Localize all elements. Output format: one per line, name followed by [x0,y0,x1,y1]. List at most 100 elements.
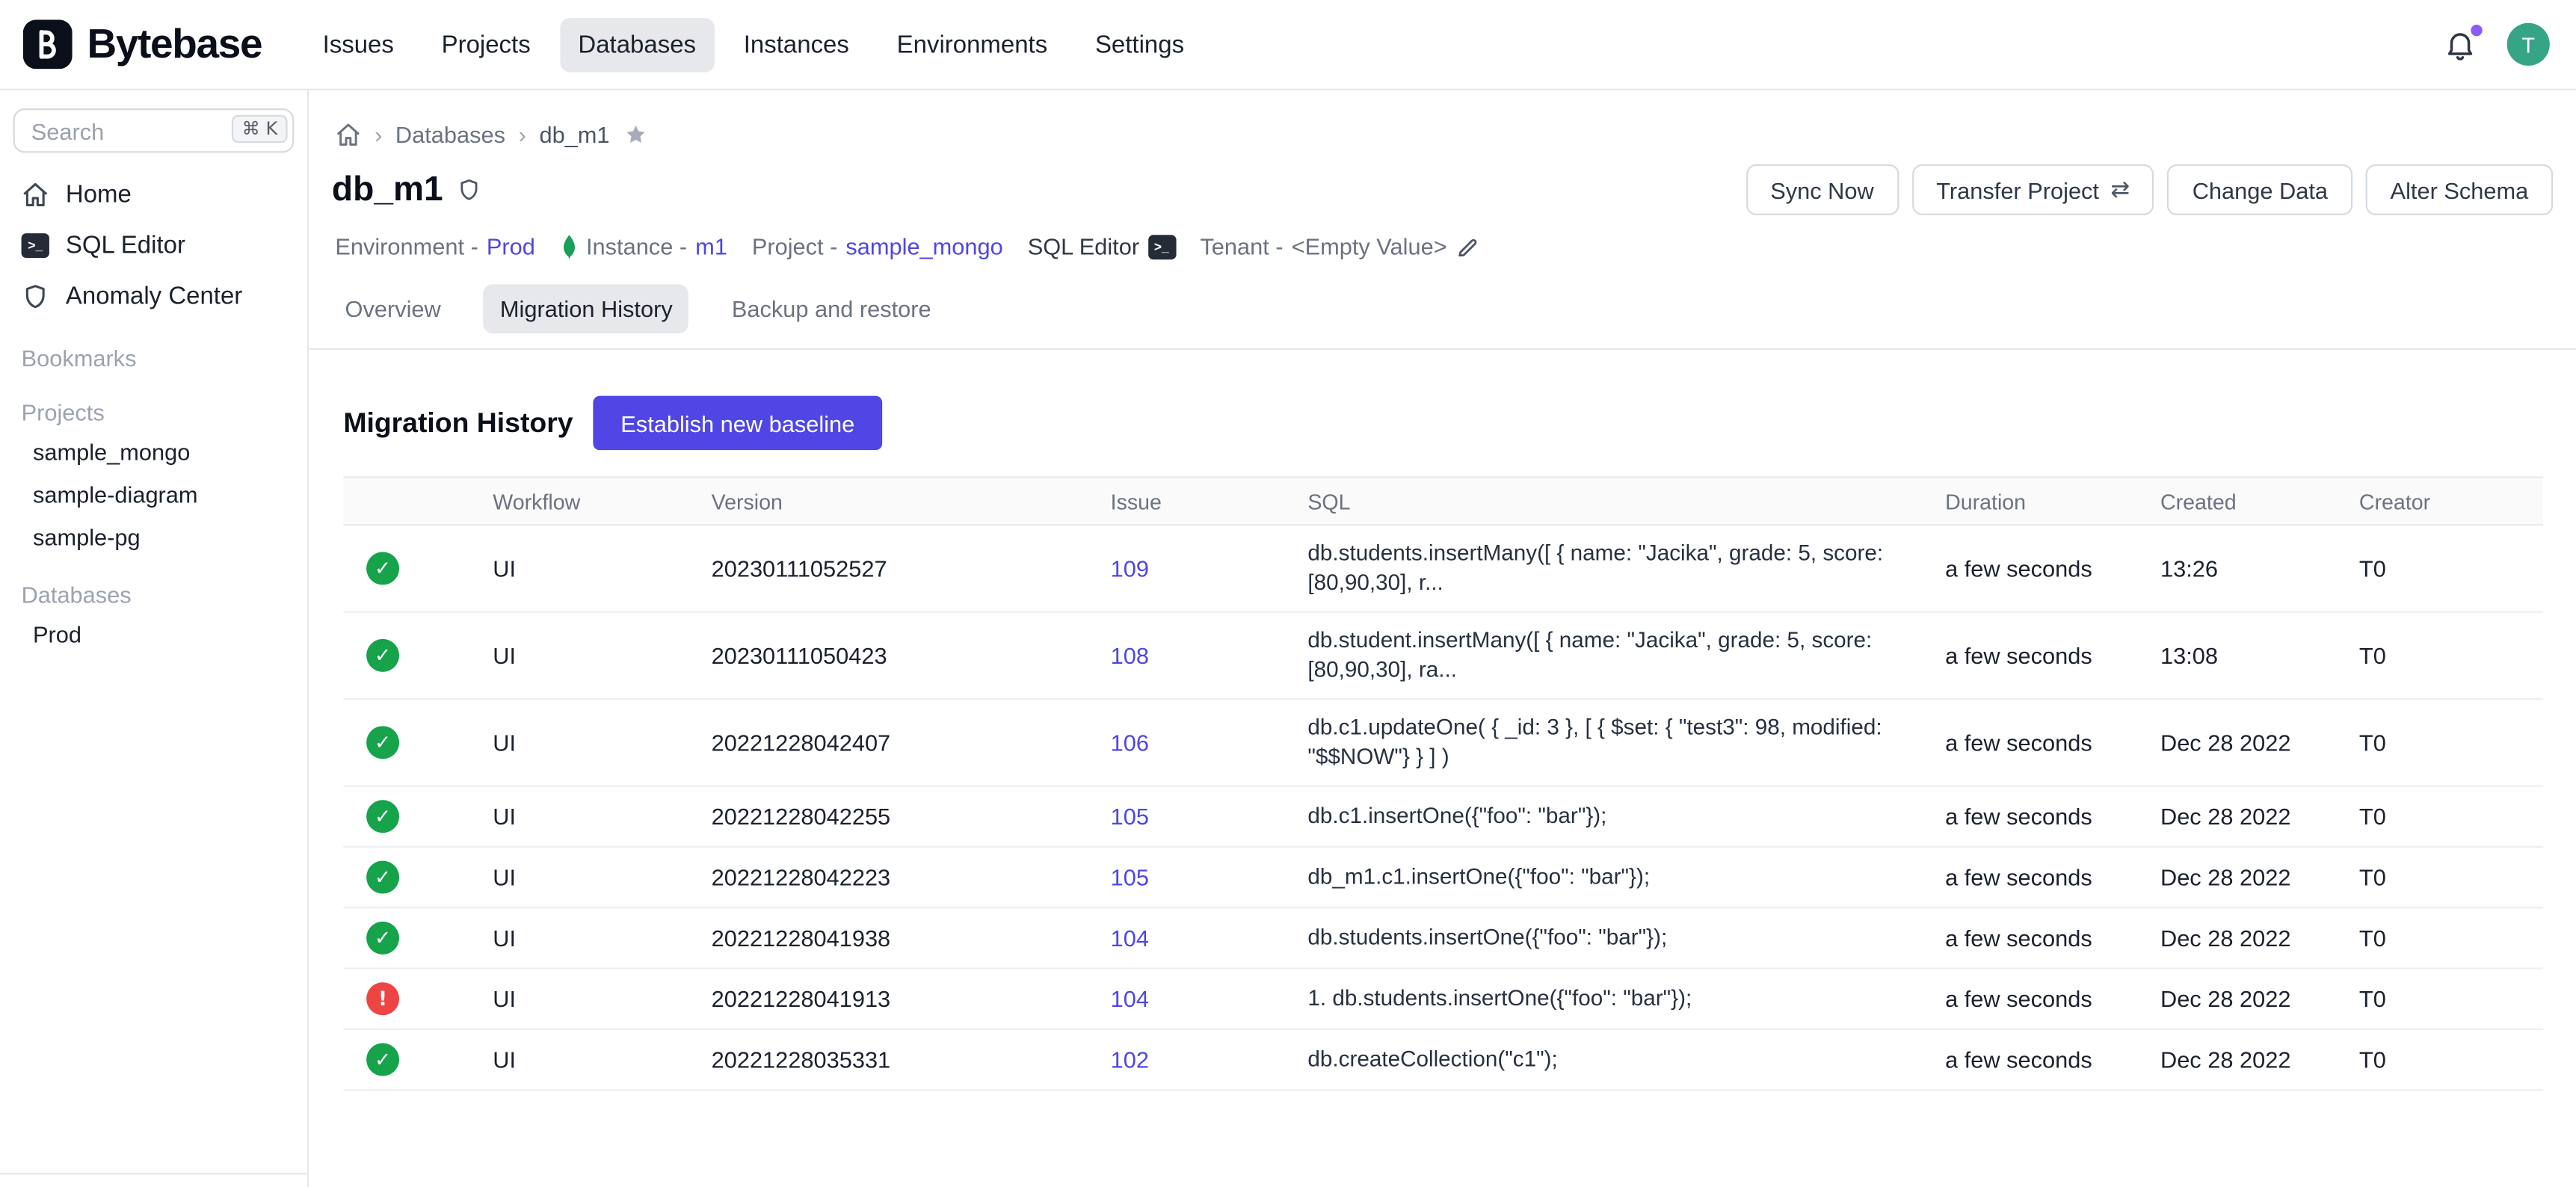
issue-link[interactable]: 102 [1111,1046,1149,1073]
table-row[interactable]: ✓ UI 20221228042255 105 db.c1.insertOne(… [343,787,2543,848]
project-link[interactable]: sample_mongo [845,233,1002,259]
nav-item-settings[interactable]: Settings [1077,17,1202,72]
issue-link[interactable]: 109 [1111,555,1149,582]
breadcrumb-current: db_m1 [539,122,609,148]
sql-editor-link[interactable]: SQL Editor >_ [1028,233,1176,259]
sync-now-button[interactable]: Sync Now [1745,164,1898,215]
brand-name: Bytebase [87,20,262,68]
change-data-button[interactable]: Change Data [2168,164,2352,215]
nav-item-instances[interactable]: Instances [726,17,867,72]
created-cell: Dec 28 2022 [2160,849,2359,905]
establish-baseline-button[interactable]: Establish new baseline [593,396,883,451]
status-cell: ✓ [343,626,493,685]
topbar: Bytebase Issues Projects Databases Insta… [0,0,2576,90]
issue-link[interactable]: 104 [1111,925,1149,951]
version-cell: 20230111052527 [712,540,1111,596]
issue-link[interactable]: 105 [1111,804,1149,830]
table-row[interactable]: ✓ UI 20221228042223 105 db_m1.c1.insertO… [343,848,2543,908]
issue-link[interactable]: 108 [1111,642,1149,668]
duration-cell: a few seconds [1945,628,2160,684]
issue-cell: 108 [1111,628,1308,684]
column-header-duration: Duration [1945,489,2160,514]
issue-cell: 104 [1111,910,1308,966]
chevron-right-icon: › [375,122,382,148]
sql-cell: db.students.insertMany([ { name: "Jacika… [1307,525,1945,611]
instance-meta: Instance - m1 [560,233,727,259]
tab-overview[interactable]: Overview [329,284,457,333]
tab-migration-history[interactable]: Migration History [484,284,689,333]
column-header-issue: Issue [1111,489,1308,514]
status-cell: ✓ [343,848,493,907]
duration-cell: a few seconds [1945,715,2160,771]
sidebar-project-sample-pg[interactable]: sample-pg [0,516,307,558]
breadcrumb: › Databases › db_m1 [309,90,2576,148]
terminal-icon: >_ [22,233,49,258]
alter-schema-button[interactable]: Alter Schema [2366,164,2554,215]
breadcrumb-databases[interactable]: Databases [395,122,505,148]
environment-link[interactable]: Prod [487,233,535,259]
table-row[interactable]: ✓ UI 20230111050423 108 db.student.inser… [343,613,2543,700]
duration-cell: a few seconds [1945,910,2160,966]
version-cell: 20221228035331 [712,1032,1111,1088]
sidebar-item-sql-editor[interactable]: >_ SQL Editor [0,220,307,271]
sidebar-footer [0,1172,307,1187]
issue-cell: 102 [1111,1032,1308,1088]
transfer-project-button[interactable]: Transfer Project ⇄ [1911,164,2154,215]
nav-item-projects[interactable]: Projects [423,17,548,72]
environment-label: Environment - [335,233,478,259]
tab-backup-and-restore[interactable]: Backup and restore [715,284,948,333]
duration-cell: a few seconds [1945,971,2160,1027]
pencil-icon [1455,234,1480,259]
favorite-button[interactable] [623,122,649,148]
version-cell: 20221228042407 [712,715,1111,771]
shield-icon [456,177,481,202]
issue-link[interactable]: 104 [1111,986,1149,1012]
sidebar-database-prod[interactable]: Prod [0,613,307,656]
breadcrumb-home-button[interactable] [335,122,361,148]
status-cell: ✓ [343,787,493,846]
avatar[interactable]: T [2507,23,2550,66]
topbar-right: T [2443,23,2550,66]
table-row[interactable]: ✓ UI 20221228041938 104 db.students.inse… [343,908,2543,969]
column-header-sql: SQL [1307,489,1945,514]
status-cell: ✓ [343,1030,493,1089]
table-row[interactable]: ✓ UI 20221228035331 102 db.createCollect… [343,1030,2543,1091]
nav-item-databases[interactable]: Databases [560,17,714,72]
sql-cell: 1. db.students.insertOne({"foo": "bar"})… [1307,971,1945,1027]
sidebar-project-sample-diagram[interactable]: sample-diagram [0,473,307,516]
nav-item-issues[interactable]: Issues [304,17,412,72]
status-success-icon: ✓ [366,861,399,894]
environment-meta: Environment - Prod [335,233,535,259]
status-success-icon: ✓ [366,639,399,672]
issue-cell: 104 [1111,971,1308,1027]
sidebar-item-anomaly-center[interactable]: Anomaly Center [0,271,307,322]
issue-link[interactable]: 106 [1111,730,1149,756]
created-cell: Dec 28 2022 [2160,910,2359,966]
issue-link[interactable]: 105 [1111,864,1149,890]
table-row[interactable]: ✓ UI 20221228042407 106 db.c1.updateOne(… [343,700,2543,786]
column-header-creator: Creator [2359,489,2543,514]
home-icon [22,181,49,209]
sidebar-section-projects: Projects [0,384,307,431]
issue-cell: 106 [1111,715,1308,771]
table-row[interactable]: ! UI 20221228041913 104 1. db.students.i… [343,969,2543,1030]
nav-item-environments[interactable]: Environments [878,17,1065,72]
workflow-cell: UI [493,1032,711,1088]
home-icon [335,122,361,148]
notifications-button[interactable] [2443,26,2479,62]
edit-tenant-button[interactable] [1455,234,1480,259]
table-row[interactable]: ✓ UI 20230111052527 109 db.students.inse… [343,525,2543,612]
status-cell: ✓ [343,713,493,772]
status-success-icon: ✓ [366,800,399,833]
instance-link[interactable]: m1 [695,233,727,259]
sidebar-item-home[interactable]: Home [0,169,307,220]
page-title: db_m1 [332,170,443,209]
shield-icon [22,283,49,310]
sql-cell: db.c1.insertOne({"foo": "bar"}); [1307,789,1945,845]
brand[interactable]: Bytebase [23,19,262,69]
creator-cell: T0 [2359,540,2543,596]
tab-bar: Overview Migration History Backup and re… [309,284,2576,350]
sidebar-project-sample_mongo[interactable]: sample_mongo [0,431,307,473]
workflow-cell: UI [493,971,711,1027]
section-title: Migration History [343,407,573,440]
